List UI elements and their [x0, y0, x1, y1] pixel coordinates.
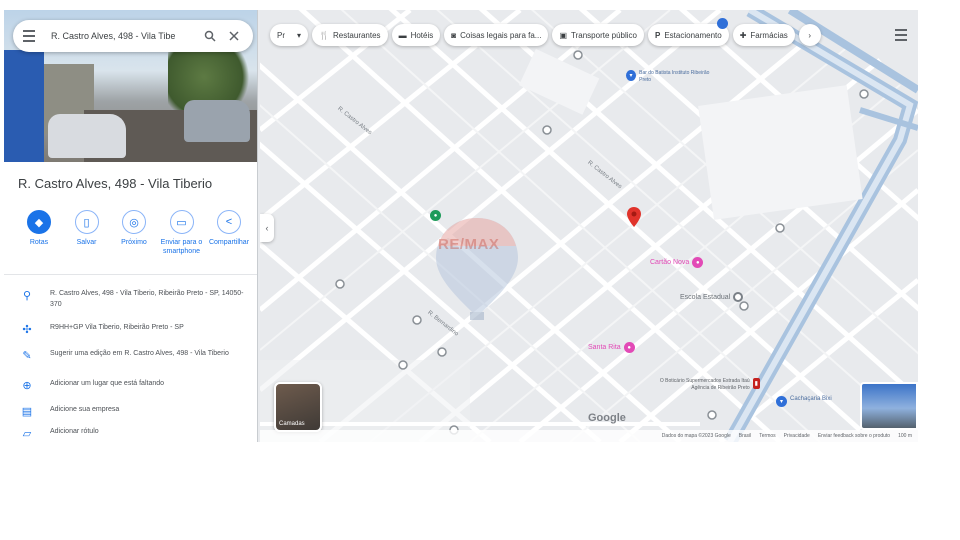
map-place-dots — [335, 50, 869, 435]
map-canvas[interactable]: Pr ▾ 🍴 Restaurantes ▬ Hotéis ◙ Coisas legais… — [260, 10, 918, 442]
business-icon: ▤ — [21, 405, 33, 418]
share-icon: < — [217, 210, 241, 234]
address-text: R. Castro Alves, 498 - Vila Tiberio, Rib… — [50, 290, 244, 308]
search-input[interactable]: R. Castro Alves, 498 - Vila Tibe — [51, 31, 195, 41]
plus-code-row[interactable]: ✣ R9HH+GP Vila Tiberio, Ribeirão Preto -… — [4, 322, 257, 348]
layers-label: Camadas — [279, 421, 305, 427]
save-button[interactable]: ▯ Salvar — [64, 210, 110, 256]
maps-window: R. Castro Alves, 498 - Vila Tibe R. Cast… — [4, 10, 918, 442]
nearby-button[interactable]: ◎ Próximo — [111, 210, 157, 256]
action-label: Salvar — [76, 239, 97, 246]
action-label: Enviar para o smartphone — [160, 239, 203, 255]
plus-code-icon: ✣ — [22, 323, 32, 336]
add-place-row[interactable]: ⊕ Adicionar um lugar que está faltando — [4, 378, 257, 404]
action-label: Compartilhar — [208, 239, 250, 246]
add-business-text: Adicione sua empresa — [50, 406, 120, 413]
suggest-edit-text: Sugerir uma edição em R. Castro Alves, 4… — [50, 350, 229, 357]
label-icon: ▱ — [22, 427, 32, 440]
search-box: R. Castro Alves, 498 - Vila Tibe — [13, 20, 253, 52]
map-footer: Dados do mapa ©2023 Google Brasil Termos… — [260, 430, 918, 442]
share-button[interactable]: < Compartilhar — [206, 210, 252, 256]
action-label: Rotas — [29, 239, 49, 246]
feedback-link[interactable]: Enviar feedback sobre o produto — [818, 433, 890, 439]
add-place-text: Adicionar um lugar que está faltando — [50, 380, 165, 387]
photo-car — [48, 114, 126, 158]
phone-icon: ▭ — [169, 210, 194, 234]
directions-button[interactable]: ◆ Rotas — [16, 210, 62, 256]
map-data-credit: Dados do mapa ©2023 Google — [661, 433, 731, 439]
menu-icon[interactable] — [23, 27, 41, 45]
action-buttons: ◆ Rotas ▯ Salvar ◎ Próximo ▭ Enviar para… — [16, 210, 252, 256]
send-to-phone-button[interactable]: ▭ Enviar para o smartphone — [159, 210, 205, 256]
address-row[interactable]: ⚲ R. Castro Alves, 498 - Vila Tiberio, R… — [4, 288, 257, 322]
action-label: Próximo — [121, 239, 147, 246]
search-icon[interactable] — [201, 27, 219, 45]
location-marker-icon[interactable] — [627, 207, 641, 227]
divider — [4, 274, 257, 275]
add-label-row[interactable]: ▱ Adicionar rótulo — [4, 426, 257, 440]
photo-building — [4, 50, 44, 162]
layers-button[interactable]: Camadas — [274, 382, 322, 432]
place-panel: R. Castro Alves, 498 - Vila Tibe R. Cast… — [4, 10, 258, 442]
plus-code-text: R9HH+GP Vila Tiberio, Ribeirão Preto - S… — [50, 324, 184, 331]
close-icon[interactable] — [225, 27, 243, 45]
region-link[interactable]: Brasil — [739, 433, 752, 439]
add-label-text: Adicionar rótulo — [50, 428, 99, 435]
directions-icon: ◆ — [27, 210, 51, 234]
location-pin-icon: ⚲ — [22, 289, 32, 302]
add-place-icon: ⊕ — [22, 379, 32, 392]
photo-car — [184, 100, 250, 142]
privacy-link[interactable]: Privacidade — [784, 433, 810, 439]
place-info-list: ⚲ R. Castro Alves, 498 - Vila Tiberio, R… — [4, 288, 257, 440]
suggest-edit-row[interactable]: ✎ Sugerir uma edição em R. Castro Alves,… — [4, 348, 257, 378]
remax-balloon-logo — [436, 218, 518, 320]
bookmark-icon: ▯ — [74, 210, 99, 234]
scale-bar[interactable]: 100 m — [898, 433, 912, 439]
edit-icon: ✎ — [22, 349, 32, 362]
street-view-thumbnail[interactable] — [860, 382, 918, 430]
place-title: R. Castro Alves, 498 - Vila Tiberio — [18, 176, 213, 191]
terms-link[interactable]: Termos — [759, 433, 775, 439]
remax-watermark: RE/MAX — [438, 236, 500, 253]
add-business-row[interactable]: ▤ Adicione sua empresa — [4, 404, 257, 426]
google-logo: Google — [588, 412, 626, 424]
nearby-icon: ◎ — [122, 210, 146, 234]
